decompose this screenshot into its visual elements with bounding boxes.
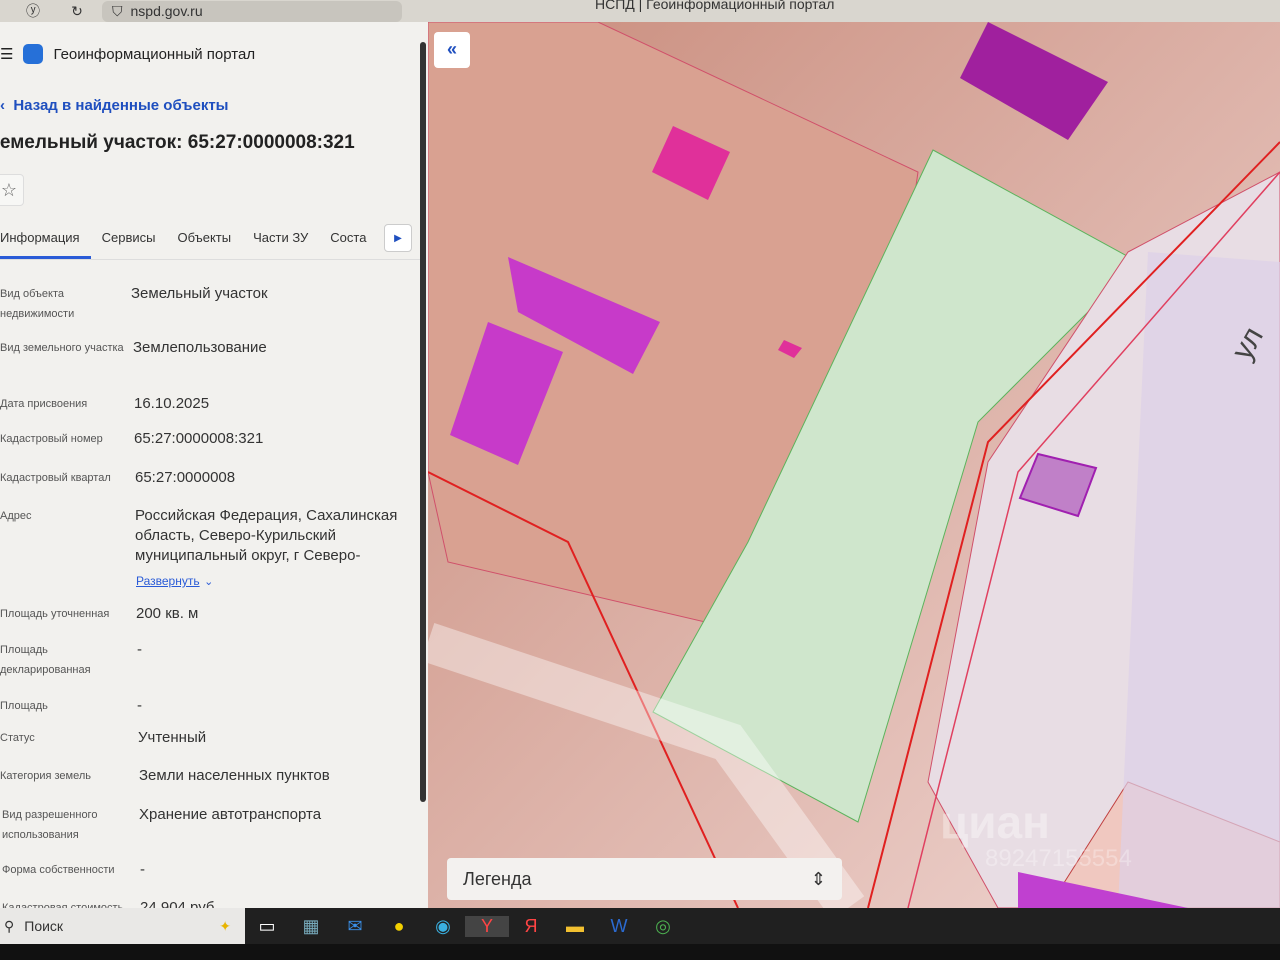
- field-label: Площадь: [0, 700, 48, 712]
- tab-parts[interactable]: Части ЗУ: [242, 222, 319, 259]
- field-label: Вид разрешенного использования: [2, 809, 98, 841]
- expand-label: Развернуть: [136, 574, 200, 588]
- watermark-phone: 89247155554: [985, 845, 1132, 872]
- tab-services[interactable]: Сервисы: [91, 222, 167, 259]
- search-icon: ⚲: [4, 917, 15, 934]
- field-label: Вид объекта недвижимости: [0, 288, 75, 320]
- watermark-logo: циан: [940, 796, 1050, 848]
- word-icon[interactable]: W: [597, 916, 641, 937]
- field-value: Земельный участок: [131, 285, 268, 302]
- field-value: 24 904 руб.: [140, 899, 219, 908]
- tabs: Информация Сервисы Объекты Части ЗУ Сост…: [0, 222, 420, 260]
- field-value: -: [137, 697, 142, 714]
- copilot-sparkle-icon: ✦: [219, 917, 231, 934]
- field-value: Земли населенных пунктов: [139, 767, 330, 784]
- field-value: 65:27:0000008: [135, 469, 236, 486]
- chevron-updown-icon: ⇕: [810, 869, 826, 889]
- panel-scrollbar[interactable]: [420, 42, 426, 802]
- chevron-down-icon: ⌄: [204, 576, 214, 588]
- field-value: 65:27:0000008:321: [134, 430, 264, 447]
- yandex-music-icon[interactable]: ●: [377, 916, 421, 937]
- portal-logo: [23, 44, 44, 64]
- menu-icon[interactable]: ☰: [0, 45, 13, 63]
- search-placeholder: Поиск: [24, 918, 64, 934]
- field-label: Статус: [0, 732, 35, 744]
- expand-link[interactable]: Развернуть ⌄: [136, 572, 213, 590]
- legend-label: Легенда: [463, 869, 532, 889]
- field-label: Вид земельного участка: [0, 342, 124, 354]
- collapse-panel-button[interactable]: «: [434, 32, 470, 68]
- favorite-star-icon[interactable]: ☆: [0, 174, 24, 206]
- field-label: Кадастровая стоимость: [2, 902, 124, 908]
- field-value: 16.10.2025: [134, 395, 210, 412]
- taskbar-search[interactable]: ⚲ Поиск ✦: [0, 908, 245, 944]
- window-title: НСПД | Геоинформационный портал: [595, 0, 835, 12]
- field-label: Кадастровый квартал: [0, 472, 111, 484]
- chrome-icon[interactable]: ◎: [641, 916, 685, 937]
- tab-composition[interactable]: Соста: [319, 222, 377, 259]
- field-value: -: [140, 861, 145, 878]
- store-icon[interactable]: ▦: [289, 916, 333, 937]
- screen-bezel: [0, 944, 1280, 960]
- field-label: Категория земель: [0, 770, 91, 782]
- field-label: Адрес: [0, 510, 32, 522]
- reload-icon[interactable]: ↻: [66, 3, 88, 20]
- edge-icon[interactable]: ◉: [421, 916, 465, 937]
- legend-dropdown[interactable]: Легенда ⇕: [447, 858, 842, 900]
- cadastral-map: ул: [428, 22, 1280, 908]
- portal-name: Геоинформационный портал: [53, 45, 256, 63]
- yandex-icon[interactable]: Я: [509, 916, 553, 937]
- field-value: Землепользование: [133, 339, 267, 356]
- yandex-icon[interactable]: ⓨ: [22, 1, 44, 21]
- portal-header: ☰ Геоинформационный портал: [0, 44, 255, 64]
- taskbar: ⚲ Поиск ✦ ▭ ▦ ✉ ● ◉ Y Я ▬ W ◎: [0, 908, 1280, 944]
- info-panel: ☰ Геоинформационный портал ‹ Назад в най…: [0, 22, 428, 908]
- browser-bar: ⓨ ↻ ⛉ nspd.gov.ru НСПД | Геоинформационны…: [0, 0, 1280, 22]
- field-value: Учтенный: [138, 729, 207, 746]
- field-label: Кадастровый номер: [0, 433, 103, 445]
- field-label: Форма собственности: [2, 864, 115, 876]
- task-view-icon[interactable]: ▭: [245, 916, 289, 937]
- field-label: Площадь декларированная: [0, 644, 91, 676]
- address-bar[interactable]: ⛉ nspd.gov.ru: [102, 0, 402, 22]
- field-label: Дата присвоения: [0, 398, 88, 410]
- field-label: Площадь уточненная: [0, 608, 110, 620]
- file-explorer-icon[interactable]: ▬: [553, 916, 597, 937]
- yandex-browser-icon[interactable]: Y: [465, 915, 509, 937]
- shield-icon: ⛉: [112, 2, 123, 19]
- field-value: Хранение автотранспорта: [139, 806, 322, 823]
- field-value: Российская Федерация, Сахалинская област…: [135, 507, 398, 564]
- map-canvas[interactable]: ул: [428, 22, 1280, 908]
- tabs-next-button[interactable]: ▶: [384, 224, 412, 252]
- tab-info[interactable]: Информация: [0, 222, 91, 259]
- outlook-icon[interactable]: ✉: [333, 916, 377, 937]
- tab-objects[interactable]: Объекты: [166, 222, 242, 259]
- field-value: 200 кв. м: [136, 605, 199, 622]
- back-link-label: Назад в найденные объекты: [13, 97, 229, 114]
- field-value: -: [137, 641, 142, 658]
- page-title: Земельный участок: 65:27:0000008:321: [0, 132, 355, 153]
- back-link[interactable]: ‹ Назад в найденные объекты: [0, 97, 228, 114]
